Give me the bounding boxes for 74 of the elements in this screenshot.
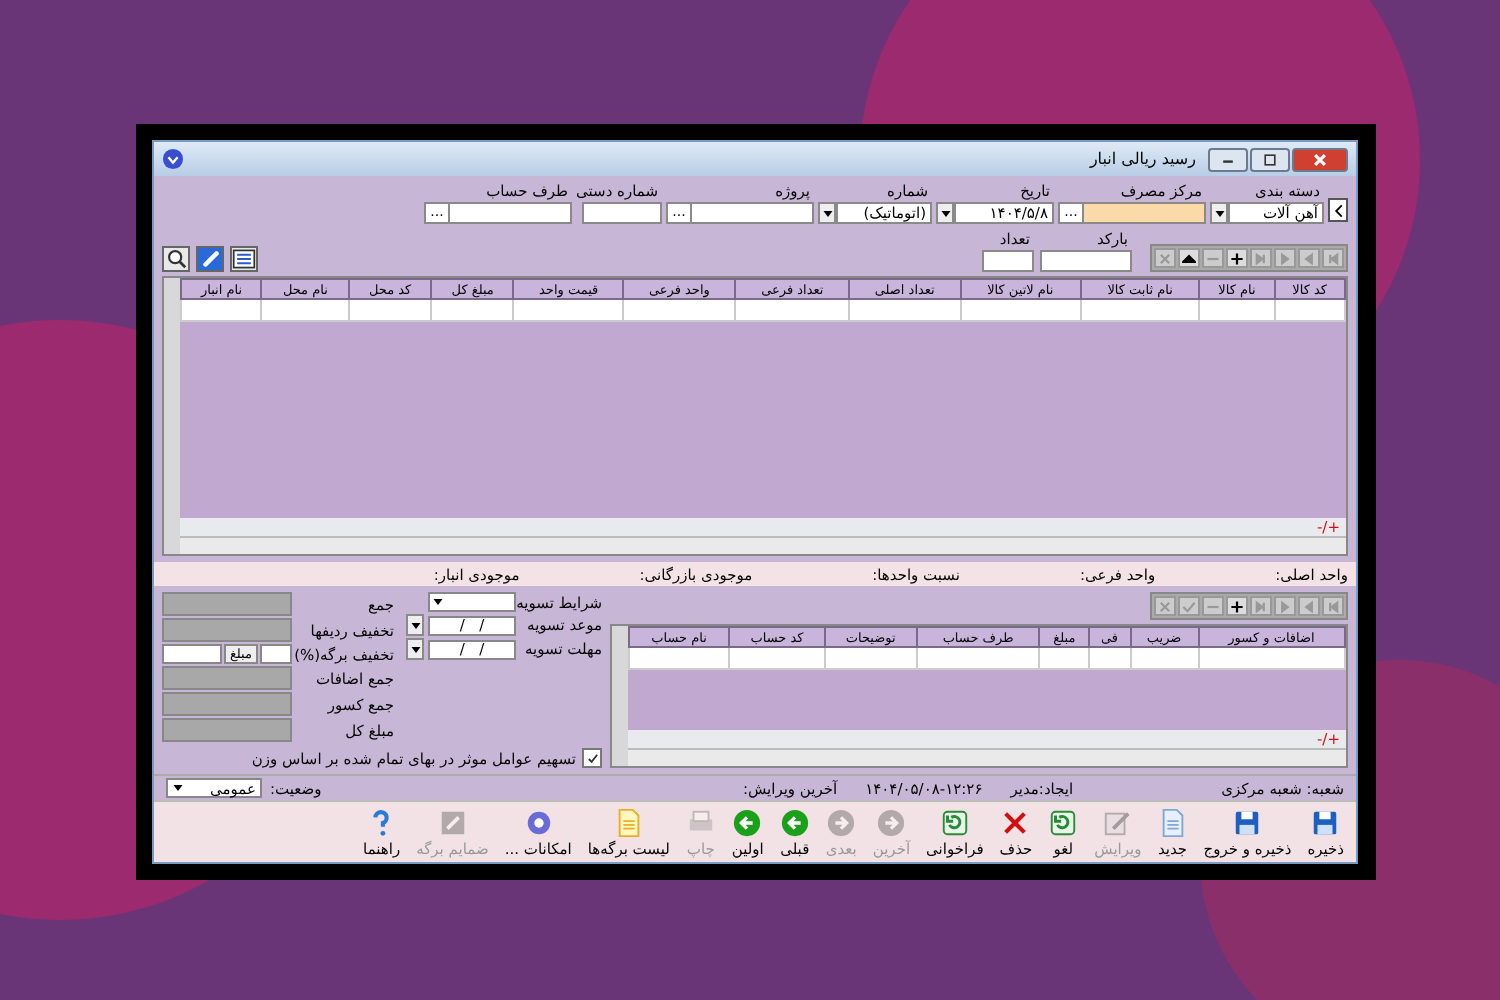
dropdown-button[interactable] — [818, 202, 836, 224]
check-icon — [585, 751, 599, 765]
lookup-field[interactable] — [1082, 202, 1206, 224]
document-icon — [1157, 807, 1188, 837]
arrow-left-circle-icon — [732, 807, 763, 837]
minimize-button[interactable] — [1208, 147, 1248, 171]
nav-add-button[interactable] — [1226, 248, 1248, 268]
zoom-button[interactable] — [162, 246, 190, 272]
dropdown-button[interactable] — [406, 614, 424, 636]
window-title: رسید ریالی انبار — [1089, 150, 1196, 168]
dropdown-button[interactable] — [1210, 202, 1228, 224]
triangle-right-icon — [1278, 599, 1292, 613]
slash-icon — [437, 807, 468, 837]
input-field[interactable] — [260, 644, 292, 664]
nav-up-button[interactable] — [1178, 248, 1200, 268]
link-button[interactable] — [196, 246, 224, 272]
slash-icon — [199, 248, 221, 270]
maximize-button[interactable] — [1250, 147, 1290, 171]
caret-down-icon — [939, 207, 951, 219]
triangle-left-icon — [1302, 251, 1316, 265]
refresh-icon — [939, 807, 970, 837]
readonly-field — [162, 692, 292, 716]
caret-down-icon — [821, 207, 833, 219]
caret-down-icon — [172, 782, 184, 794]
vertical-scrollbar[interactable] — [612, 626, 628, 766]
x-icon — [1158, 251, 1172, 265]
readonly-field — [162, 666, 292, 690]
triangle-right-icon — [1278, 251, 1292, 265]
refresh-icon — [1048, 807, 1079, 837]
check-icon — [1182, 599, 1196, 613]
readonly-field — [162, 618, 292, 642]
close-icon — [1312, 151, 1328, 167]
readonly-field — [162, 718, 292, 742]
triangle-left-icon — [1302, 599, 1316, 613]
triangle-up-icon — [1182, 251, 1196, 265]
lookup-field[interactable] — [690, 202, 814, 224]
maximize-icon — [1262, 151, 1278, 167]
nav-add-button[interactable] — [1226, 596, 1248, 616]
app-icon — [162, 148, 184, 170]
arrow-right-circle-icon — [826, 807, 857, 837]
x-icon — [1158, 599, 1172, 613]
search-icon — [165, 248, 187, 270]
grid-columns-button[interactable] — [230, 246, 258, 272]
lookup-field[interactable] — [448, 202, 573, 224]
caret-down-icon — [1213, 207, 1225, 219]
readonly-field — [162, 592, 292, 616]
collapse-button[interactable] — [1328, 198, 1348, 222]
pencil-icon — [1102, 807, 1133, 837]
x-icon — [1000, 807, 1031, 837]
barcode-field[interactable] — [1040, 250, 1132, 272]
skip-last-icon — [1254, 599, 1268, 613]
document-icon — [613, 807, 644, 837]
close-button[interactable] — [1292, 147, 1348, 171]
checkbox[interactable] — [582, 748, 602, 768]
horizontal-scrollbar[interactable] — [628, 748, 1346, 766]
vertical-scrollbar[interactable] — [164, 278, 180, 554]
plus-icon — [1230, 599, 1244, 613]
input-field[interactable] — [582, 202, 662, 224]
quantity-field[interactable] — [982, 250, 1034, 272]
arrow-left-circle-icon — [779, 807, 810, 837]
arrow-right-circle-icon — [876, 807, 907, 837]
plus-icon — [1230, 251, 1244, 265]
list-icon — [232, 248, 256, 270]
dropdown-field[interactable] — [428, 592, 516, 612]
skip-last-icon — [1254, 251, 1268, 265]
printer-icon — [685, 807, 716, 837]
chevron-left-icon — [1331, 203, 1345, 217]
horizontal-scrollbar[interactable] — [180, 536, 1346, 554]
skip-first-icon — [1326, 599, 1340, 613]
dropdown-button[interactable] — [936, 202, 954, 224]
dropdown-button[interactable] — [406, 638, 424, 660]
input-field[interactable] — [162, 644, 222, 664]
skip-first-icon — [1326, 251, 1340, 265]
gear-icon — [523, 807, 554, 837]
